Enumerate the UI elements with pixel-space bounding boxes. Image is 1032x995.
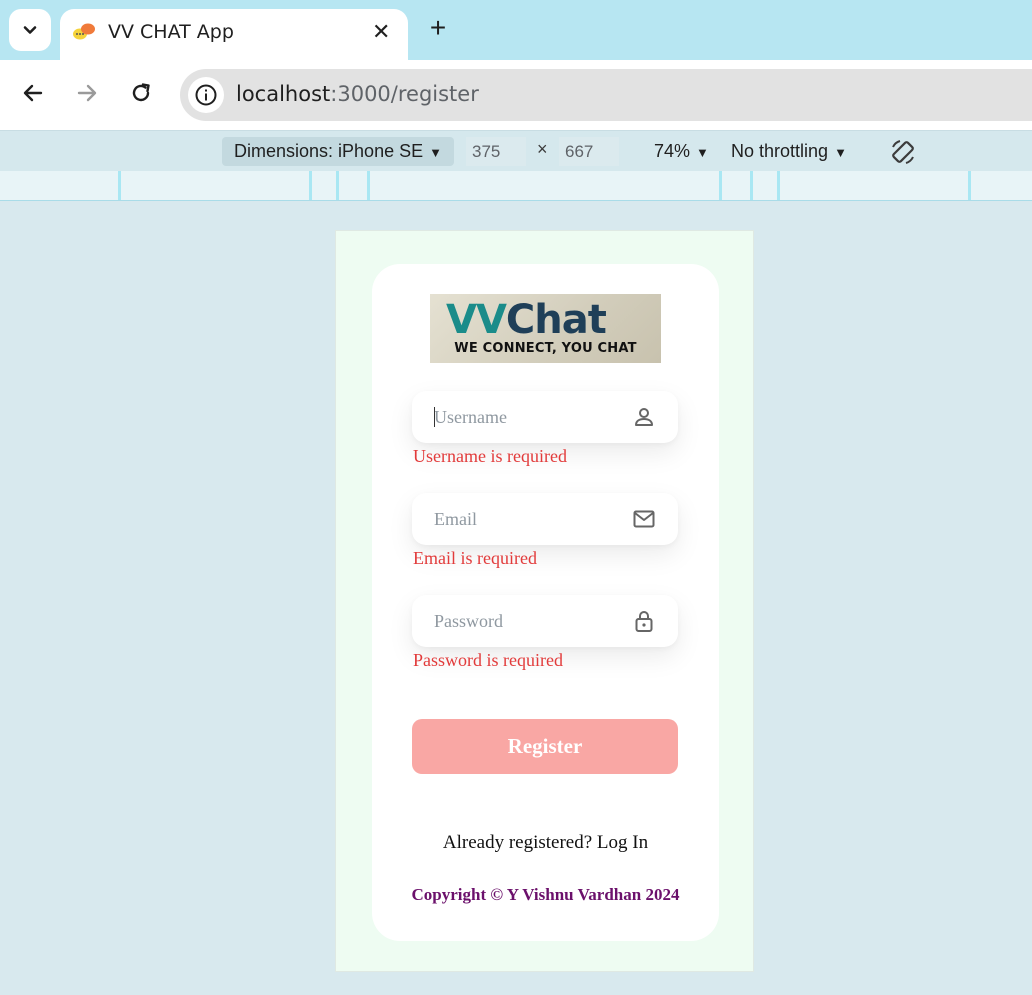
media-query-marker[interactable] [719, 171, 722, 200]
user-icon [635, 408, 653, 426]
username-input[interactable] [412, 391, 622, 443]
emulated-viewport: VVChat WE CONNECT, YOU CHAT Username is … [335, 230, 754, 972]
chat-bubbles-icon [73, 23, 95, 40]
info-icon [195, 84, 217, 106]
zoom-label: 74% [654, 141, 691, 161]
arrow-right-icon [77, 84, 97, 102]
dropdown-caret-icon: ▼ [696, 145, 709, 160]
back-button[interactable] [16, 76, 50, 110]
url-host: localhost [236, 82, 331, 106]
chevron-down-icon [23, 26, 37, 34]
mail-icon [633, 510, 655, 528]
device-height-input[interactable]: 667 [559, 137, 619, 166]
logo-wordmark: VVChat [446, 294, 607, 346]
media-query-marker[interactable] [309, 171, 312, 200]
dimension-separator: × [537, 139, 548, 159]
media-query-marker[interactable] [367, 171, 370, 200]
lock-icon [635, 611, 653, 632]
device-toolbar: Dimensions: iPhone SE ▼ 375 × 667 74% ▼ No… [0, 130, 1032, 171]
zoom-dropdown[interactable]: 74% ▼ [654, 137, 709, 167]
email-input[interactable] [412, 493, 622, 545]
media-query-marker[interactable] [118, 171, 121, 200]
logo-part-chat: Chat [505, 297, 607, 343]
text-cursor [434, 407, 435, 427]
password-input[interactable] [412, 595, 622, 647]
throttling-label: No throttling [731, 141, 829, 161]
email-error: Email is required [413, 548, 537, 568]
url-path: :3000/register [330, 82, 479, 106]
forward-button[interactable] [70, 76, 104, 110]
browser-toolbar: localhost:3000/register [0, 60, 1032, 130]
site-info-button[interactable] [188, 77, 224, 113]
dropdown-caret-icon: ▼ [429, 145, 442, 160]
device-width-input[interactable]: 375 [466, 137, 526, 166]
close-icon[interactable]: ✕ [372, 21, 390, 43]
media-query-marker[interactable] [968, 171, 971, 200]
password-error: Password is required [413, 650, 563, 670]
tab-title: VV CHAT App [108, 21, 234, 43]
logo-tagline: WE CONNECT, YOU CHAT [454, 341, 637, 356]
login-link[interactable]: Already registered? Log In [372, 832, 719, 854]
browser-tab-active[interactable]: VV CHAT App ✕ [60, 9, 408, 60]
app-logo: VVChat WE CONNECT, YOU CHAT [430, 294, 661, 363]
media-query-bar [0, 171, 1032, 201]
register-button[interactable]: Register [412, 719, 678, 774]
media-query-marker[interactable] [336, 171, 339, 200]
device-dimensions-dropdown[interactable]: Dimensions: iPhone SE ▼ [222, 137, 454, 166]
media-query-marker[interactable] [750, 171, 753, 200]
arrow-left-icon [23, 84, 43, 102]
dropdown-caret-icon: ▼ [834, 145, 847, 160]
throttling-dropdown[interactable]: No throttling ▼ [731, 137, 847, 167]
rotate-icon[interactable] [888, 137, 918, 167]
username-field-wrapper [412, 391, 678, 443]
username-error: Username is required [413, 446, 567, 466]
new-tab-button[interactable]: + [424, 14, 452, 42]
password-field-wrapper [412, 595, 678, 647]
logo-part-vv: VV [446, 297, 507, 343]
device-dimensions-label: Dimensions: iPhone SE [234, 141, 424, 161]
copyright-text: Copyright © Y Vishnu Vardhan 2024 [411, 885, 680, 904]
tab-search-button[interactable] [9, 9, 51, 51]
register-card: VVChat WE CONNECT, YOU CHAT Username is … [372, 264, 719, 941]
media-query-marker[interactable] [777, 171, 780, 200]
email-field-wrapper [412, 493, 678, 545]
browser-tabstrip: VV CHAT App ✕ + [0, 0, 1032, 60]
reload-button[interactable] [124, 76, 158, 110]
address-bar[interactable]: localhost:3000/register [180, 69, 1032, 121]
reload-icon [132, 83, 150, 102]
url-text[interactable]: localhost:3000/register [236, 82, 479, 106]
